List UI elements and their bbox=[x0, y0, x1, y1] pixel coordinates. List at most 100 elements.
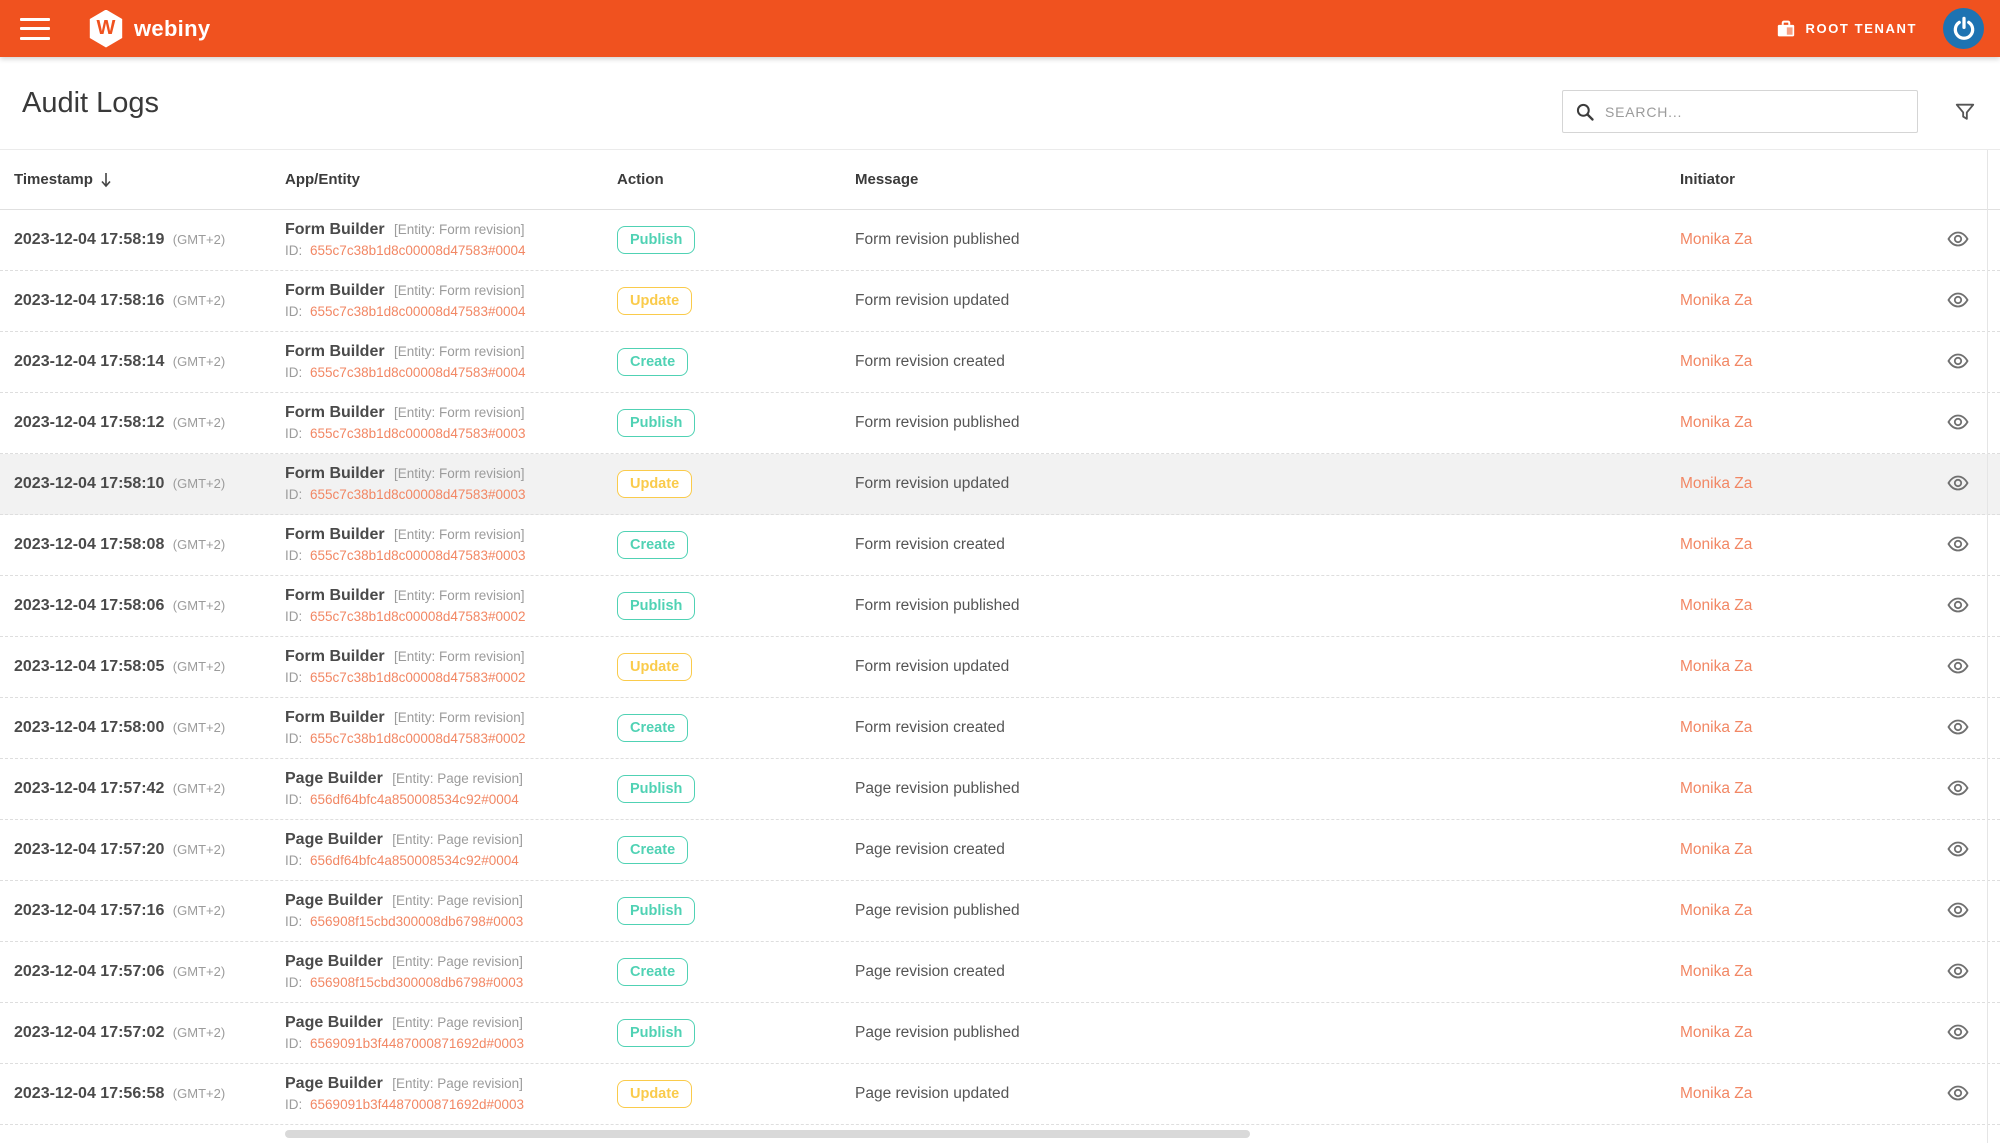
entity-id-link[interactable]: 655c7c38b1d8c00008d47583#0004 bbox=[310, 304, 525, 319]
view-details-button[interactable] bbox=[1944, 1079, 1972, 1110]
initiator-link[interactable]: Monika Za bbox=[1680, 719, 1915, 737]
column-header-timestamp[interactable]: Timestamp bbox=[0, 171, 285, 188]
table-row[interactable]: 2023-12-04 17:57:02 (GMT+2) Page Builder… bbox=[0, 1003, 2000, 1064]
entity-id-link[interactable]: 655c7c38b1d8c00008d47583#0002 bbox=[310, 731, 525, 746]
initiator-link[interactable]: Monika Za bbox=[1680, 1085, 1915, 1103]
timezone-label: (GMT+2) bbox=[173, 720, 225, 735]
entity-id-link[interactable]: 655c7c38b1d8c00008d47583#0002 bbox=[310, 670, 525, 685]
webiny-logo[interactable]: W webiny bbox=[88, 10, 210, 48]
view-details-button[interactable] bbox=[1944, 713, 1972, 744]
table-row[interactable]: 2023-12-04 17:58:10 (GMT+2) Form Builder… bbox=[0, 454, 2000, 515]
view-details-button[interactable] bbox=[1944, 652, 1972, 683]
table-row[interactable]: 2023-12-04 17:56:58 (GMT+2) Page Builder… bbox=[0, 1064, 2000, 1125]
view-details-button[interactable] bbox=[1944, 408, 1972, 439]
action-cell: Create bbox=[617, 714, 855, 742]
initiator-link[interactable]: Monika Za bbox=[1680, 231, 1915, 249]
entity-id-link[interactable]: 6569091b3f4487000871692d#0003 bbox=[310, 1097, 524, 1112]
view-details-button[interactable] bbox=[1944, 896, 1972, 927]
table-row[interactable]: 2023-12-04 17:58:08 (GMT+2) Form Builder… bbox=[0, 515, 2000, 576]
timestamp-value: 2023-12-04 17:57:16 bbox=[14, 902, 164, 919]
entity-id-link[interactable]: 655c7c38b1d8c00008d47583#0003 bbox=[310, 548, 525, 563]
initiator-link[interactable]: Monika Za bbox=[1680, 597, 1915, 615]
column-header-message[interactable]: Message bbox=[855, 171, 1680, 188]
table-row[interactable]: 2023-12-04 17:58:14 (GMT+2) Form Builder… bbox=[0, 332, 2000, 393]
entity-tag: [Entity: Form revision] bbox=[394, 283, 525, 298]
eye-icon bbox=[1946, 776, 1970, 800]
table-row[interactable]: 2023-12-04 17:58:06 (GMT+2) Form Builder… bbox=[0, 576, 2000, 637]
view-details-button[interactable] bbox=[1944, 774, 1972, 805]
initiator-link[interactable]: Monika Za bbox=[1680, 902, 1915, 920]
view-details-button[interactable] bbox=[1944, 1018, 1972, 1049]
initiator-link[interactable]: Monika Za bbox=[1680, 1024, 1915, 1042]
table-row[interactable]: 2023-12-04 17:58:12 (GMT+2) Form Builder… bbox=[0, 393, 2000, 454]
action-badge: Publish bbox=[617, 1019, 695, 1047]
action-badge: Update bbox=[617, 653, 692, 681]
briefcase-icon bbox=[1776, 20, 1796, 38]
id-label: ID: bbox=[285, 243, 302, 258]
timestamp-cell: 2023-12-04 17:57:06 (GMT+2) bbox=[0, 963, 285, 981]
entity-id-link[interactable]: 656908f15cbd300008db6798#0003 bbox=[310, 975, 523, 990]
initiator-link[interactable]: Monika Za bbox=[1680, 658, 1915, 676]
initiator-link[interactable]: Monika Za bbox=[1680, 841, 1915, 859]
view-details-button[interactable] bbox=[1944, 347, 1972, 378]
timezone-label: (GMT+2) bbox=[173, 354, 225, 369]
initiator-link[interactable]: Monika Za bbox=[1680, 475, 1915, 493]
view-details-button[interactable] bbox=[1944, 835, 1972, 866]
menu-hamburger-icon[interactable] bbox=[20, 18, 50, 40]
timestamp-cell: 2023-12-04 17:58:10 (GMT+2) bbox=[0, 475, 285, 493]
entity-tag: [Entity: Page revision] bbox=[392, 893, 523, 908]
column-header-initiator[interactable]: Initiator bbox=[1680, 171, 1915, 188]
id-label: ID: bbox=[285, 975, 302, 990]
app-name: Page Builder bbox=[285, 831, 383, 848]
initiator-link[interactable]: Monika Za bbox=[1680, 353, 1915, 371]
entity-id-link[interactable]: 656df64bfc4a850008534c92#0004 bbox=[310, 853, 519, 868]
view-details-button[interactable] bbox=[1944, 591, 1972, 622]
initiator-link[interactable]: Monika Za bbox=[1680, 780, 1915, 798]
table-row[interactable]: 2023-12-04 17:57:06 (GMT+2) Page Builder… bbox=[0, 942, 2000, 1003]
table-row[interactable]: 2023-12-04 17:58:16 (GMT+2) Form Builder… bbox=[0, 271, 2000, 332]
entity-id-link[interactable]: 655c7c38b1d8c00008d47583#0002 bbox=[310, 609, 525, 624]
initiator-link[interactable]: Monika Za bbox=[1680, 963, 1915, 981]
eye-icon bbox=[1946, 898, 1970, 922]
action-badge: Create bbox=[617, 348, 688, 376]
table-row[interactable]: 2023-12-04 17:58:19 (GMT+2) Form Builder… bbox=[0, 210, 2000, 271]
column-header-action[interactable]: Action bbox=[617, 171, 855, 188]
eye-icon bbox=[1946, 349, 1970, 373]
filter-button[interactable] bbox=[1954, 101, 1976, 128]
view-details-button[interactable] bbox=[1944, 530, 1972, 561]
view-details-button[interactable] bbox=[1944, 225, 1972, 256]
entity-id-link[interactable]: 656908f15cbd300008db6798#0003 bbox=[310, 914, 523, 929]
entity-id-link[interactable]: 655c7c38b1d8c00008d47583#0004 bbox=[310, 365, 525, 380]
user-avatar[interactable] bbox=[1943, 8, 1984, 49]
tenant-selector[interactable]: ROOT TENANT bbox=[1776, 20, 1917, 38]
action-badge: Create bbox=[617, 531, 688, 559]
entity-id-link[interactable]: 655c7c38b1d8c00008d47583#0003 bbox=[310, 426, 525, 441]
app-name: Form Builder bbox=[285, 221, 385, 238]
table-row[interactable]: 2023-12-04 17:57:16 (GMT+2) Page Builder… bbox=[0, 881, 2000, 942]
app-name: Page Builder bbox=[285, 770, 383, 787]
initiator-link[interactable]: Monika Za bbox=[1680, 536, 1915, 554]
search-input[interactable] bbox=[1605, 104, 1905, 120]
entity-id-link[interactable]: 6569091b3f4487000871692d#0003 bbox=[310, 1036, 524, 1051]
timestamp-value: 2023-12-04 17:58:05 bbox=[14, 658, 164, 675]
power-icon bbox=[1951, 16, 1977, 42]
view-details-button[interactable] bbox=[1944, 286, 1972, 317]
view-details-button[interactable] bbox=[1944, 469, 1972, 500]
entity-id-link[interactable]: 656df64bfc4a850008534c92#0004 bbox=[310, 792, 519, 807]
app-entity-cell: Form Builder [Entity: Form revision] ID:… bbox=[285, 464, 617, 505]
column-header-app-entity[interactable]: App/Entity bbox=[285, 171, 617, 188]
initiator-link[interactable]: Monika Za bbox=[1680, 292, 1915, 310]
view-details-button[interactable] bbox=[1944, 957, 1972, 988]
search-box[interactable] bbox=[1562, 90, 1918, 133]
entity-id-link[interactable]: 655c7c38b1d8c00008d47583#0004 bbox=[310, 243, 525, 258]
initiator-link[interactable]: Monika Za bbox=[1680, 414, 1915, 432]
entity-id-link[interactable]: 655c7c38b1d8c00008d47583#0003 bbox=[310, 487, 525, 502]
entity-tag: [Entity: Form revision] bbox=[394, 649, 525, 664]
table-row[interactable]: 2023-12-04 17:57:20 (GMT+2) Page Builder… bbox=[0, 820, 2000, 881]
table-row[interactable]: 2023-12-04 17:58:00 (GMT+2) Form Builder… bbox=[0, 698, 2000, 759]
app-entity-cell: Page Builder [Entity: Page revision] ID:… bbox=[285, 891, 617, 932]
table-row[interactable]: 2023-12-04 17:57:42 (GMT+2) Page Builder… bbox=[0, 759, 2000, 820]
horizontal-scrollbar-thumb[interactable] bbox=[285, 1130, 1250, 1138]
entity-tag: [Entity: Form revision] bbox=[394, 588, 525, 603]
table-row[interactable]: 2023-12-04 17:58:05 (GMT+2) Form Builder… bbox=[0, 637, 2000, 698]
